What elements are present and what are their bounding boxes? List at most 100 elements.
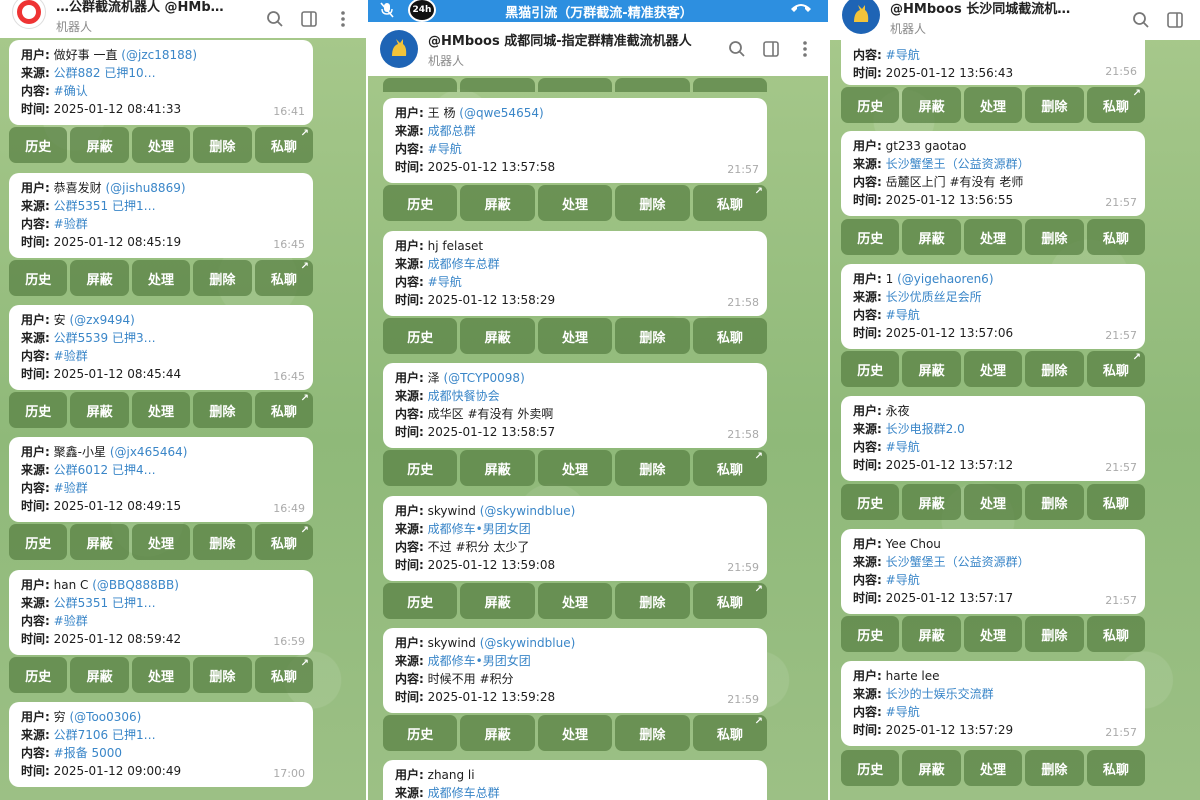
user-handle[interactable]: (@BBQ888BB)	[92, 578, 179, 592]
block-button[interactable]: 屏蔽	[902, 87, 961, 123]
block-button[interactable]: 屏蔽	[70, 260, 129, 296]
history-button[interactable]: 历史	[841, 351, 900, 387]
source-link[interactable]: 长沙电报群2.0	[886, 422, 965, 436]
history-button[interactable]: 历史	[9, 127, 68, 163]
handle-button[interactable]: 处理	[537, 450, 613, 486]
search-icon[interactable]	[262, 6, 288, 32]
block-button[interactable]: 屏蔽	[902, 750, 961, 786]
history-button[interactable]: 历史	[9, 260, 68, 296]
delete-button[interactable]: 删除	[1025, 484, 1084, 520]
delete-button[interactable]: 删除	[615, 185, 690, 221]
content-text[interactable]: #导航	[886, 440, 920, 454]
handle-button[interactable]: 处理	[537, 583, 613, 619]
history-button[interactable]: 历史	[841, 750, 900, 786]
source-link[interactable]: 公群5351 已押1…	[54, 596, 156, 610]
delete-button[interactable]: 删除	[615, 715, 690, 751]
user-handle[interactable]: (@TCYP0098)	[443, 371, 524, 385]
source-link[interactable]: 长沙蟹堡王（公益资源群）	[886, 157, 1030, 171]
content-text[interactable]: #导航	[886, 573, 920, 587]
private-chat-button[interactable]: 私聊	[1086, 750, 1146, 786]
source-link[interactable]: 长沙的士娱乐交流群	[886, 687, 994, 701]
handle-button[interactable]: 处理	[537, 318, 613, 354]
block-button[interactable]: 屏蔽	[460, 583, 535, 619]
handle-button[interactable]: 处理	[131, 127, 191, 163]
mic-muted-icon[interactable]	[380, 2, 394, 22]
handle-button[interactable]: 处理	[131, 260, 191, 296]
user-handle[interactable]: (@jzc18188)	[121, 48, 197, 62]
content-text[interactable]: #报备 5000	[54, 746, 122, 760]
user-handle[interactable]: (@skywindblue)	[480, 636, 576, 650]
block-button[interactable]: 屏蔽	[460, 318, 535, 354]
block-button[interactable]: 屏蔽	[902, 351, 961, 387]
user-handle[interactable]: (@jishu8869)	[105, 181, 185, 195]
more-menu-icon[interactable]	[792, 36, 818, 62]
handle-button[interactable]: 处理	[131, 657, 191, 693]
block-button[interactable]: 屏蔽	[902, 219, 961, 255]
chat-header[interactable]: @HMboos 长沙同城截流机… 机器人	[830, 0, 1200, 40]
content-text[interactable]: #导航	[886, 705, 920, 719]
search-icon[interactable]	[724, 36, 750, 62]
history-button[interactable]: 历史	[383, 318, 458, 354]
source-link[interactable]: 成都快餐协会	[428, 389, 500, 403]
delete-button[interactable]: 删除	[615, 450, 690, 486]
block-button[interactable]: 屏蔽	[70, 127, 129, 163]
partial-button[interactable]	[615, 78, 690, 92]
history-button[interactable]: 历史	[9, 657, 68, 693]
content-text[interactable]: #导航	[886, 48, 920, 62]
private-chat-button[interactable]: 私聊 ↗	[692, 450, 768, 486]
partial-button[interactable]	[383, 78, 458, 92]
history-button[interactable]: 历史	[841, 219, 900, 255]
content-text[interactable]: #导航	[428, 275, 462, 289]
content-text[interactable]: #导航	[886, 308, 920, 322]
user-handle[interactable]: (@qwe54654)	[459, 106, 543, 120]
block-button[interactable]: 屏蔽	[460, 450, 535, 486]
user-handle[interactable]: (@jx465464)	[110, 445, 188, 459]
private-chat-button[interactable]: 私聊 ↗	[1086, 87, 1146, 123]
source-link[interactable]: 长沙蟹堡王（公益资源群）	[886, 555, 1030, 569]
delete-button[interactable]: 删除	[193, 657, 252, 693]
user-handle[interactable]: (@zx9494)	[69, 313, 134, 327]
private-chat-button[interactable]: 私聊 ↗	[254, 260, 314, 296]
sidebar-toggle-icon[interactable]	[758, 36, 784, 62]
content-text[interactable]: #导航	[428, 142, 462, 156]
private-chat-button[interactable]: 私聊 ↗	[254, 127, 314, 163]
source-link[interactable]: 成都修车•男团女团	[428, 654, 531, 668]
history-button[interactable]: 历史	[383, 185, 458, 221]
content-text[interactable]: #验群	[54, 481, 88, 495]
block-button[interactable]: 屏蔽	[70, 392, 129, 428]
block-button[interactable]: 屏蔽	[70, 657, 129, 693]
source-link[interactable]: 公群5351 已押1…	[54, 199, 156, 213]
chat-header[interactable]: @HMboos 成都同城-指定群精准截流机器人 机器人	[368, 22, 830, 76]
handle-button[interactable]: 处理	[963, 87, 1023, 123]
user-handle[interactable]: (@yigehaoren6)	[897, 272, 993, 286]
private-chat-button[interactable]: 私聊 ↗	[254, 657, 314, 693]
delete-button[interactable]: 删除	[1025, 616, 1084, 652]
delete-button[interactable]: 删除	[193, 127, 252, 163]
search-icon[interactable]	[1128, 7, 1154, 33]
more-menu-icon[interactable]	[330, 6, 356, 32]
handle-button[interactable]: 处理	[537, 715, 613, 751]
history-button[interactable]: 历史	[9, 392, 68, 428]
delete-button[interactable]: 删除	[615, 583, 690, 619]
history-button[interactable]: 历史	[383, 583, 458, 619]
user-handle[interactable]: (@skywindblue)	[480, 504, 576, 518]
handle-button[interactable]: 处理	[963, 351, 1023, 387]
history-button[interactable]: 历史	[841, 87, 900, 123]
handle-button[interactable]: 处理	[537, 185, 613, 221]
private-chat-button[interactable]: 私聊 ↗	[254, 524, 314, 560]
source-link[interactable]: 成都修车•男团女团	[428, 522, 531, 536]
source-link[interactable]: 公群5539 已押3…	[54, 331, 156, 345]
private-chat-button[interactable]: 私聊 ↗	[254, 392, 314, 428]
partial-button[interactable]	[460, 78, 535, 92]
history-button[interactable]: 历史	[383, 450, 458, 486]
source-link[interactable]: 公群882 已押10…	[54, 66, 156, 80]
source-link[interactable]: 公群6012 已押4…	[54, 463, 156, 477]
content-text[interactable]: #验群	[54, 349, 88, 363]
block-button[interactable]: 屏蔽	[460, 715, 535, 751]
delete-button[interactable]: 删除	[193, 260, 252, 296]
handle-button[interactable]: 处理	[131, 524, 191, 560]
source-link[interactable]: 成都修车总群	[428, 786, 500, 800]
partial-button[interactable]	[537, 78, 613, 92]
source-link[interactable]: 公群7106 已押1…	[54, 728, 156, 742]
history-button[interactable]: 历史	[841, 616, 900, 652]
